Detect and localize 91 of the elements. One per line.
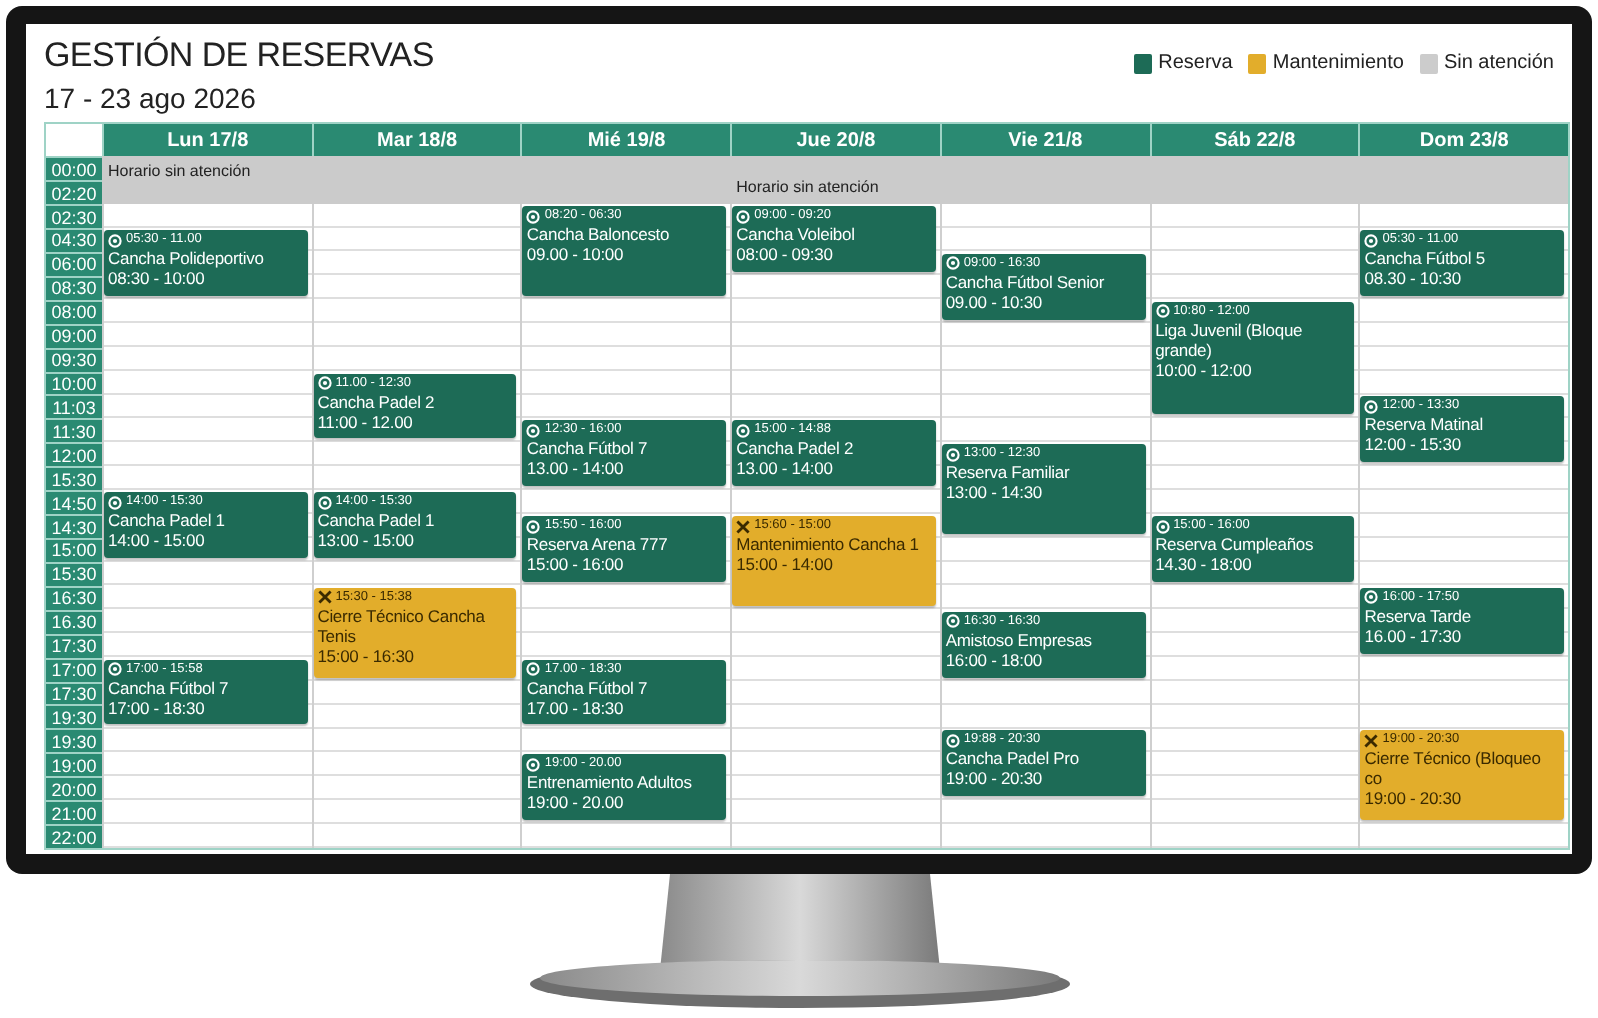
time-label: 21:00 bbox=[46, 800, 102, 825]
event-title: Cancha Fútbol 7 bbox=[526, 438, 650, 459]
page-title: GESTIÓN DE RESERVAS bbox=[44, 36, 434, 76]
event-title: Entrenamiento Adultos bbox=[526, 772, 694, 793]
event-time-range: 13.00 - 14:00 bbox=[526, 458, 626, 479]
event-title: Cancha Fútbol 5 bbox=[1364, 248, 1487, 269]
event-time-range: 11:00 - 12.00 bbox=[317, 411, 415, 432]
event-title: Cancha Padel 1 bbox=[108, 510, 227, 531]
time-label: 08:30 bbox=[46, 275, 102, 300]
event-title: Cancha Padel 2 bbox=[736, 438, 856, 459]
time-label: 02:30 bbox=[46, 204, 102, 229]
event-title: Reserva Familiar bbox=[945, 462, 1072, 483]
event-time-range: 17:00 - 18:30 bbox=[108, 697, 207, 718]
event-time-range: 19:00 - 20:30 bbox=[1364, 788, 1463, 809]
legend-label: Mantenimiento bbox=[1272, 52, 1404, 74]
event-time-range: 14:00 - 15:00 bbox=[108, 530, 207, 551]
event-title: Cancha Padel 2 bbox=[317, 391, 437, 412]
event-time-range: 14.30 - 18:00 bbox=[1155, 554, 1254, 575]
event-time-range: 09.00 - 10:00 bbox=[526, 244, 626, 265]
event-time-range: 15:00 - 16:00 bbox=[526, 554, 626, 575]
event-title: Mantenimiento Cancha 1 bbox=[736, 534, 921, 555]
event-time-range: 17.00 - 18:30 bbox=[526, 697, 626, 718]
time-label: 16:30 bbox=[46, 585, 102, 610]
event-title: Reserva Tarde bbox=[1364, 605, 1473, 626]
time-label: 15:30 bbox=[46, 561, 102, 586]
day-header: Mié 19/8 bbox=[520, 124, 731, 157]
event-title: Cancha Fútbol 7 bbox=[108, 677, 231, 698]
event-title: Cancha Padel 1 bbox=[317, 510, 437, 531]
event-time-range: 13:00 - 14:30 bbox=[945, 482, 1044, 503]
event-time-range: 08:00 - 09:30 bbox=[736, 244, 835, 265]
time-label: 15:30 bbox=[46, 466, 102, 491]
legend-label: Reserva bbox=[1158, 52, 1233, 74]
event-time-range: 08.30 - 10:30 bbox=[1364, 268, 1463, 289]
event-time-range: 13.00 - 14:00 bbox=[736, 458, 835, 479]
event-title: Cancha Padel Pro bbox=[945, 748, 1081, 769]
event-time-range: 08:30 - 10:00 bbox=[108, 268, 207, 289]
day-header: Sáb 22/8 bbox=[1149, 124, 1359, 157]
event-time-range: 09.00 - 10:30 bbox=[945, 291, 1044, 312]
time-label: 16.30 bbox=[46, 609, 102, 634]
closed-hours-label: Horario sin atención bbox=[108, 162, 251, 185]
time-label: 17:30 bbox=[46, 681, 102, 705]
event-time-range: 12:00 - 15:30 bbox=[1364, 434, 1463, 455]
time-label: 08:00 bbox=[46, 299, 102, 324]
day-header: Dom 23/8 bbox=[1358, 124, 1568, 157]
event-time-range: 15:00 - 14:00 bbox=[736, 554, 835, 575]
time-label: 19:30 bbox=[46, 728, 102, 753]
event-title: Reserva Matinal bbox=[1364, 414, 1485, 435]
time-label: 06:00 bbox=[46, 251, 102, 276]
time-label: 12:00 bbox=[46, 442, 102, 467]
event-time-range: 10:00 - 12:00 bbox=[1155, 359, 1254, 380]
time-label: 17:30 bbox=[46, 633, 102, 658]
event-title: Liga Juvenil (Bloque grande) bbox=[1155, 319, 1305, 360]
day-header: Lun 17/8 bbox=[102, 124, 312, 157]
day-header: Jue 20/8 bbox=[730, 124, 940, 157]
event-title: Cierre Técnico Cancha Tenis bbox=[317, 605, 487, 646]
event-title: Cancha Fútbol Senior bbox=[945, 271, 1107, 292]
day-header: Vie 21/8 bbox=[939, 124, 1150, 157]
date-range: 17 - 23 ago 2026 bbox=[44, 82, 258, 114]
day-header: Mar 18/8 bbox=[311, 124, 521, 157]
time-label: 10:00 bbox=[46, 371, 102, 395]
event-time-range: 16:00 - 18:00 bbox=[945, 649, 1042, 670]
event-title: Cancha Polideportivo bbox=[108, 248, 266, 269]
time-label: 19:30 bbox=[46, 704, 102, 729]
event-title: Reserva Arena 777 bbox=[526, 534, 670, 555]
legend-label: Sin atención bbox=[1443, 52, 1554, 74]
time-label: 14:50 bbox=[46, 490, 102, 515]
event-title: Cancha Fútbol 7 bbox=[526, 677, 650, 698]
time-label: 09:00 bbox=[46, 323, 102, 348]
time-label: 11:03 bbox=[46, 394, 102, 419]
event-time-range: 19:00 - 20:30 bbox=[945, 768, 1044, 789]
event-title: Cancha Baloncesto bbox=[526, 224, 672, 245]
closed-hours-label: Horario sin atención bbox=[736, 178, 879, 197]
time-label: 02:20 bbox=[46, 180, 102, 205]
time-label: 11:30 bbox=[46, 418, 102, 443]
time-label: 19:00 bbox=[46, 752, 102, 777]
time-label: 09:30 bbox=[46, 347, 102, 372]
time-label: 17:00 bbox=[46, 657, 102, 682]
time-label: 22:00 bbox=[46, 824, 102, 848]
event-time-range: 15:00 - 16:30 bbox=[317, 645, 416, 666]
event-title: Cierre Técnico (Bloqueo co bbox=[1364, 748, 1543, 789]
time-label: 14:30 bbox=[46, 514, 102, 539]
event-title: Amistoso Empresas bbox=[945, 629, 1094, 650]
time-label: 20:00 bbox=[46, 776, 102, 801]
time-label: 04:30 bbox=[46, 228, 102, 252]
time-label: 15:00 bbox=[46, 538, 102, 562]
event-time-range: 13:00 - 15:00 bbox=[317, 530, 416, 551]
event-time-range: 16.00 - 17:30 bbox=[1364, 625, 1463, 646]
event-title: Reserva Cumpleaños bbox=[1155, 534, 1316, 555]
event-title: Cancha Voleibol bbox=[736, 224, 857, 245]
event-time-range: 19:00 - 20.00 bbox=[526, 792, 626, 813]
time-label: 00:00 bbox=[46, 156, 102, 181]
